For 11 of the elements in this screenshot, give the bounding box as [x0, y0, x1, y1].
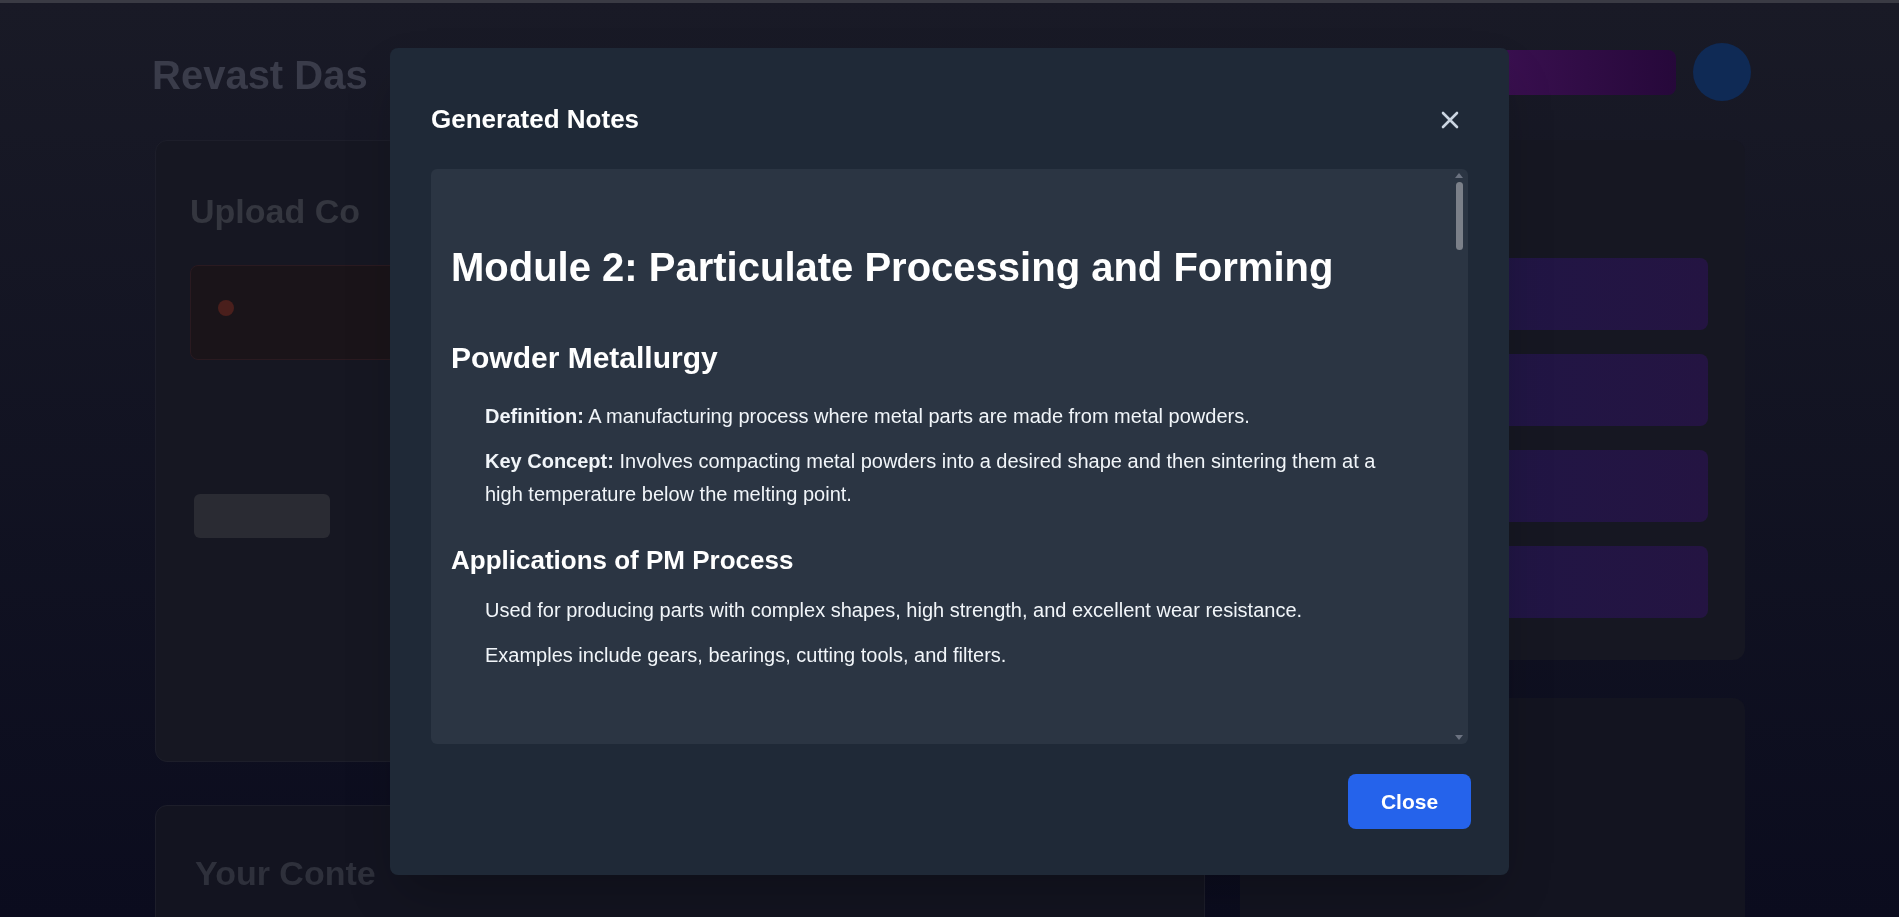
- scrollbar[interactable]: [1454, 173, 1464, 740]
- note-text: Used for producing parts with complex shapes, high strength, and excellent wear resistance.: [484, 598, 1304, 623]
- dialog-title: Generated Notes: [431, 103, 640, 136]
- note-text: Definition: A manufacturing process where metal parts are made from metal powders.: [484, 404, 1251, 429]
- section-heading: Applications of PM Process: [451, 544, 795, 577]
- close-button[interactable]: Close: [1348, 774, 1471, 829]
- close-icon[interactable]: [1441, 110, 1459, 129]
- note-text: Key Concept: Involves compacting metal powders into a desired shape and then sintering them at a high temperature below the melting point.: [484, 449, 1377, 507]
- notes-heading: Module 2: Particulate Processing and Forming: [451, 247, 1335, 287]
- note-text: Examples include gears, bearings, cutting tools, and filters.: [484, 643, 1008, 668]
- section-heading: Powder Metallurgy: [451, 340, 719, 376]
